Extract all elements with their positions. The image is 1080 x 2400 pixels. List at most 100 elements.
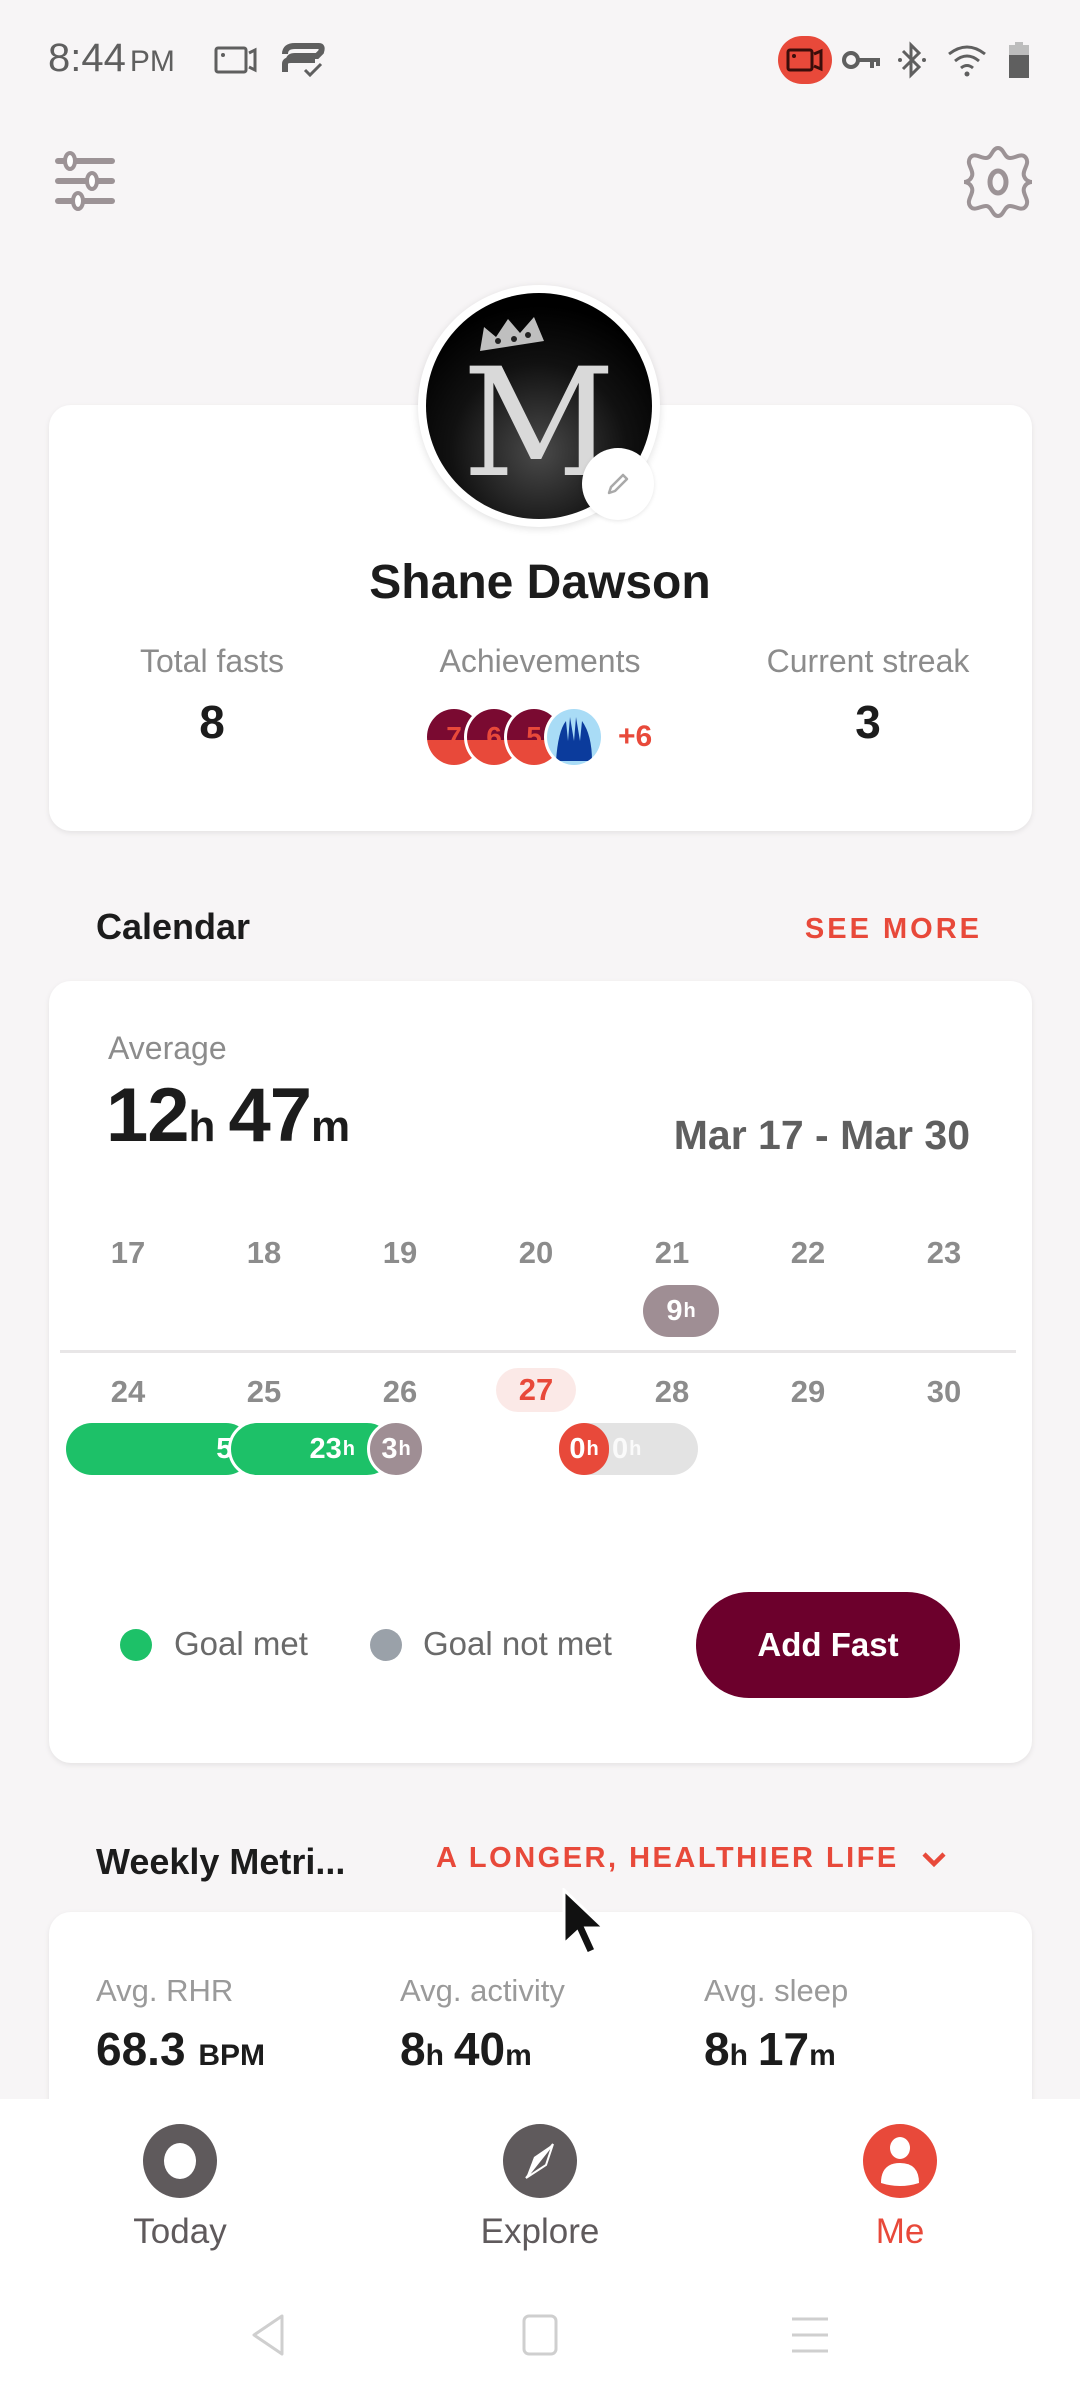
- calendar-day-22[interactable]: 22: [768, 1235, 848, 1271]
- nav-today[interactable]: Today: [70, 2124, 290, 2252]
- current-streak-value: 3: [855, 696, 881, 748]
- fork-hand-icon: [556, 717, 592, 761]
- goal-dropdown-label: A LONGER, HEALTHIER LIFE: [436, 1842, 899, 1874]
- avg-sleep-label: Avg. sleep: [704, 1973, 849, 2008]
- goal-met-dot: [120, 1629, 152, 1661]
- nav-me-label: Me: [875, 2212, 925, 2251]
- goal-not-met-dot: [370, 1629, 402, 1661]
- badge-number: 5: [526, 721, 542, 752]
- back-icon: [252, 2314, 284, 2356]
- wifi-icon: [945, 40, 989, 80]
- system-home-button[interactable]: [510, 2305, 570, 2365]
- average-label: Average: [108, 1030, 227, 1066]
- activity-hours: 8: [400, 2023, 426, 2075]
- calendar-day-18[interactable]: 18: [224, 1235, 304, 1271]
- calendar-day-24[interactable]: 24: [88, 1374, 168, 1410]
- week-divider: [60, 1350, 1016, 1353]
- date-range: Mar 17 - Mar 30: [673, 1112, 970, 1158]
- add-fast-button[interactable]: Add Fast: [696, 1592, 960, 1698]
- current-streak-label: Current streak: [766, 643, 970, 679]
- settings-button[interactable]: [958, 142, 1038, 222]
- screen-record-icon: [213, 40, 259, 80]
- minutes-unit: m: [310, 1102, 350, 1151]
- fast-pill-26[interactable]: 3h: [367, 1420, 425, 1478]
- compass-icon: [503, 2124, 577, 2198]
- average-minutes: 47: [228, 1073, 312, 1158]
- activity-minutes: 40: [453, 2023, 506, 2075]
- calendar-day-28[interactable]: 28: [632, 1374, 712, 1410]
- fast-value: 0: [612, 1432, 629, 1465]
- system-back-button[interactable]: [238, 2305, 298, 2365]
- home-icon: [522, 2314, 558, 2356]
- fast-value: 23: [309, 1432, 342, 1465]
- sleep-minutes: 17: [757, 2023, 810, 2075]
- calendar-day-23[interactable]: 23: [904, 1235, 984, 1271]
- avg-activity-value: 8h 40m: [400, 2022, 542, 2076]
- system-recents-button[interactable]: [780, 2305, 840, 2365]
- fast-value: 0: [569, 1432, 586, 1465]
- nav-today-label: Today: [133, 2212, 227, 2251]
- rhr-unit: BPM: [198, 2039, 265, 2072]
- filter-button[interactable]: [50, 148, 120, 214]
- calendar-day-19[interactable]: 19: [360, 1235, 440, 1271]
- avg-rhr-value: 68.3 BPM: [96, 2022, 275, 2076]
- calendar-title: Calendar: [96, 906, 251, 947]
- hours-unit: h: [425, 2039, 444, 2072]
- edit-avatar-button[interactable]: [582, 448, 654, 520]
- nav-explore[interactable]: Explore: [430, 2124, 650, 2252]
- fast-pill-21[interactable]: 9h: [643, 1285, 719, 1337]
- vpn-key-icon: [842, 40, 882, 80]
- calendar-day-27[interactable]: 27: [496, 1368, 576, 1412]
- calendar-day-21[interactable]: 21: [632, 1235, 712, 1271]
- mouse-cursor-icon: [562, 1888, 608, 1956]
- sleep-hours: 8: [704, 2023, 730, 2075]
- calendar-day-20[interactable]: 20: [496, 1235, 576, 1271]
- fast-pill-24[interactable]: 5(: [66, 1423, 252, 1475]
- achievement-badges[interactable]: 7 6 5 +6: [424, 705, 652, 769]
- achievement-badge[interactable]: [544, 706, 604, 768]
- badge-number: 7: [446, 721, 462, 752]
- achievements-label: Achievements: [439, 643, 641, 679]
- weekly-metrics-title: Weekly Metri...: [96, 1841, 346, 1882]
- calendar-day-26[interactable]: 26: [360, 1374, 440, 1410]
- cast-check-icon: [280, 40, 326, 80]
- minutes-unit: m: [505, 2039, 532, 2072]
- avg-rhr-label: Avg. RHR: [96, 1973, 234, 2008]
- bluetooth-icon: [895, 40, 929, 80]
- calendar-day-29[interactable]: 29: [768, 1374, 848, 1410]
- calendar-day-30[interactable]: 30: [904, 1374, 984, 1410]
- avg-activity-label: Avg. activity: [400, 1973, 565, 2008]
- calendar-day-25[interactable]: 25: [224, 1374, 304, 1410]
- total-fasts-label: Total fasts: [139, 643, 285, 679]
- status-time-value: 8:44: [48, 36, 126, 80]
- fast-pill-27[interactable]: 0h: [559, 1423, 609, 1475]
- settings-gear-icon: [963, 145, 1033, 219]
- calendar-day-17[interactable]: 17: [88, 1235, 168, 1271]
- see-more-link[interactable]: SEE MORE: [805, 913, 982, 946]
- goal-not-met-label: Goal not met: [423, 1625, 612, 1662]
- status-time: 8:44 PM: [48, 36, 175, 81]
- hours-unit: h: [188, 1102, 216, 1151]
- nav-me[interactable]: Me: [790, 2124, 1010, 2252]
- status-ampm: PM: [129, 45, 175, 78]
- achievements-more-count: +6: [618, 720, 653, 753]
- today-ring-icon: [143, 2124, 217, 2198]
- profile-name: Shane Dawson: [369, 556, 711, 609]
- badge-number: 6: [486, 721, 502, 752]
- rhr-number: 68.3: [96, 2023, 186, 2075]
- total-fasts-value: 8: [199, 696, 225, 748]
- filter-sliders-icon: [55, 151, 115, 211]
- avg-sleep-value: 8h 17m: [704, 2022, 846, 2076]
- fast-unit: h: [342, 1437, 355, 1460]
- goal-dropdown[interactable]: A LONGER, HEALTHIER LIFE: [436, 1842, 947, 1875]
- fast-unit: h: [586, 1437, 599, 1460]
- recents-icon: [792, 2317, 828, 2353]
- chevron-down-icon: [922, 1851, 946, 1867]
- fast-value: 3: [381, 1432, 398, 1465]
- fast-value: 9: [666, 1294, 683, 1327]
- nav-explore-label: Explore: [480, 2212, 600, 2251]
- pencil-icon: [607, 473, 629, 495]
- average-hours: 12: [106, 1073, 190, 1158]
- battery-icon: [1005, 40, 1033, 80]
- recording-indicator-icon: [778, 36, 832, 84]
